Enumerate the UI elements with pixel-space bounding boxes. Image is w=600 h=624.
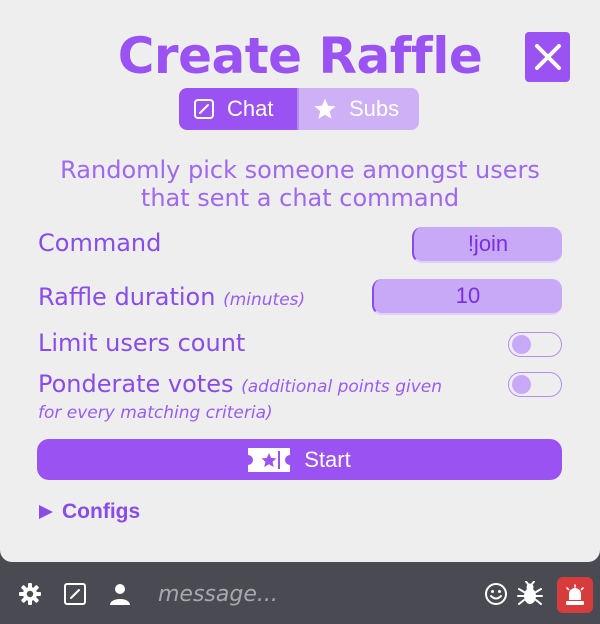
edit-square-icon	[64, 583, 86, 605]
smiley-icon	[485, 583, 507, 605]
raffle-description: Randomly pick someone amongst users that…	[0, 156, 600, 212]
users-button[interactable]	[108, 582, 132, 606]
bug-icon	[517, 581, 543, 605]
configs-label: Configs	[62, 500, 141, 523]
limit-users-toggle[interactable]	[508, 332, 562, 357]
ticket-icon	[248, 447, 291, 472]
duration-label: Raffle duration (minutes)	[38, 283, 305, 311]
settings-button[interactable]	[18, 582, 42, 606]
ponderate-hint-line-2: for every matching criteria)	[38, 403, 273, 423]
ponderate-hint: (additional points given	[241, 377, 442, 397]
page-title: Create Raffle	[117, 27, 483, 85]
commands-button[interactable]	[63, 582, 87, 606]
start-button[interactable]: Start	[37, 439, 562, 480]
debug-button[interactable]	[517, 581, 543, 606]
tab-chat-label: Chat	[227, 96, 274, 121]
tab-chat[interactable]: Chat	[179, 88, 297, 130]
ponderate-label-text: Ponderate votes	[38, 370, 234, 398]
toggle-knob	[512, 375, 531, 394]
command-input[interactable]: !join	[412, 227, 562, 263]
configs-toggle[interactable]: Configs	[38, 500, 140, 524]
close-button[interactable]	[525, 32, 570, 82]
ponderate-label: Ponderate votes (additional points given	[38, 370, 442, 398]
tab-subs[interactable]: Subs	[297, 88, 419, 130]
alert-light-icon	[566, 584, 584, 605]
raffle-mode-tabs: Chat Subs	[179, 88, 419, 130]
close-icon	[534, 44, 561, 70]
duration-input[interactable]: 10	[372, 279, 562, 315]
command-label: Command	[38, 229, 162, 257]
alert-button[interactable]	[557, 577, 593, 613]
edit-square-icon	[194, 99, 214, 119]
emote-button[interactable]	[484, 582, 508, 606]
duration-label-text: Raffle duration	[38, 283, 216, 311]
description-line-1: Randomly pick someone amongst users	[60, 156, 540, 184]
user-icon	[110, 584, 130, 605]
duration-hint: (minutes)	[223, 290, 306, 310]
tab-subs-label: Subs	[349, 96, 400, 121]
ponderate-toggle[interactable]	[508, 372, 562, 397]
toggle-knob	[512, 335, 531, 354]
message-input[interactable]	[158, 574, 458, 614]
start-button-label: Start	[304, 446, 351, 472]
gear-icon	[19, 583, 41, 605]
triangle-right-icon	[39, 505, 53, 519]
star-icon	[314, 98, 336, 119]
description-line-2: that sent a chat command	[140, 184, 460, 212]
limit-users-label: Limit users count	[38, 329, 246, 357]
raffle-panel: Create Raffle Chat Subs Randomly pick so…	[0, 0, 600, 562]
